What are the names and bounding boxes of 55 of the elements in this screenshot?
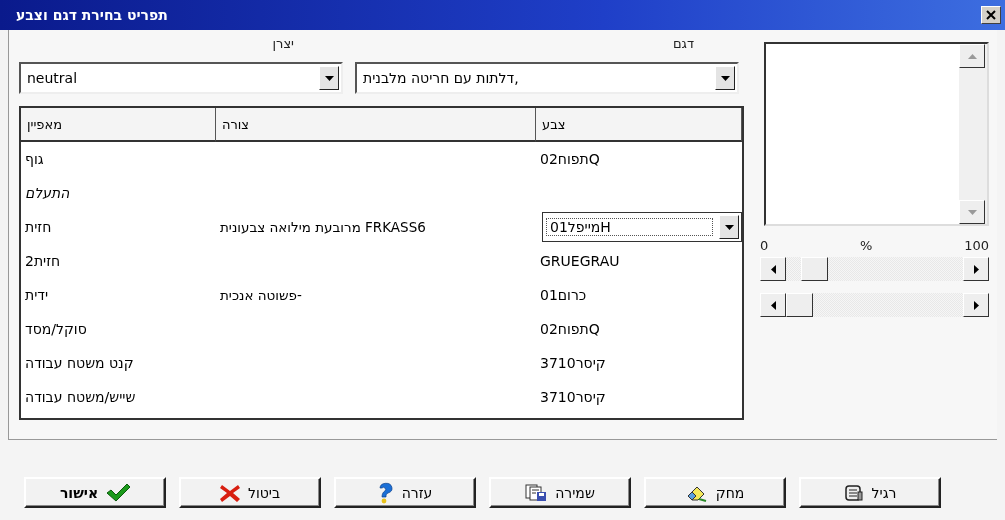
column-header[interactable]: מאפיין [21,108,216,142]
cancel-button[interactable]: ביטול [179,477,321,508]
table-cell-text: חזית [24,218,53,237]
right-arrow-icon [973,300,979,310]
up-arrow-icon [967,53,977,59]
slider-right-button[interactable] [963,257,989,281]
slider-left-button[interactable] [760,257,786,281]
left-arrow-icon [770,264,776,274]
save-documents-icon [525,483,548,502]
model-dropdown[interactable]: דלתות עם חריטה מלבנית, [355,62,739,94]
scroll-down-button[interactable] [959,200,985,224]
cross-icon [219,483,240,502]
table-cell-text: סוקל/מסד [24,320,88,339]
scale-max-label: 100 [964,238,989,253]
column-header[interactable]: צבע [536,108,742,142]
table-cell-text: קנט משטח עבודה [24,354,135,373]
table-cell-text: התעלם [24,184,71,203]
color-dropdown[interactable]: 01מייפלH [542,212,742,242]
table-cell-text: 3710קיסר [539,388,607,407]
table-cell-text: מרובעת מילואה צבעונית FRKASS6 [219,218,427,237]
table-cell-text: שייש/משטח עבודה [24,388,137,407]
table-cell-text: ידית [24,286,50,305]
manufacturer-label: יצרן [272,36,294,53]
table-cell-text: פשוטה אנכית- [219,286,303,305]
left-arrow-icon [770,300,776,310]
column-header[interactable]: צורה [216,108,536,142]
window-title: תפריט בחירת דגם וצבע [16,7,168,23]
table-cell-text: 02תפוחQ [539,150,601,169]
normal-button[interactable]: רגיל [799,477,941,508]
right-arrow-icon [973,264,979,274]
table-cell-text: 2חזית [24,252,62,271]
save-button[interactable]: שמירה [489,477,631,508]
manufacturer-dropdown[interactable]: neutral [19,62,343,94]
table-cell-text: 01כרום [539,286,588,305]
document-stack-icon [843,483,864,502]
slider-thumb[interactable] [801,257,828,281]
slider-left-button[interactable] [760,293,786,317]
help-button[interactable]: עזרה [334,477,476,508]
close-button[interactable] [981,6,1001,24]
table-cell-text: 02תפוחQ [539,320,601,339]
table-cell-text: 3710קיסר [539,354,607,373]
scale-unit-label: % [860,238,873,253]
question-mark-icon [377,481,394,504]
scroll-up-button[interactable] [959,44,985,68]
checkmark-icon [106,483,131,502]
model-label: דגם [672,36,694,53]
slider-thumb[interactable] [786,293,813,317]
close-icon [986,10,996,20]
erase-button[interactable]: מחק [644,477,786,508]
table-cell-text: גוף [24,150,45,169]
slider-right-button[interactable] [963,293,989,317]
scale-min-label: 0 [760,238,769,253]
down-arrow-icon [967,209,977,215]
table-cell-text: GRUEGRAU [539,252,621,271]
ok-button[interactable]: אישור [24,477,166,508]
